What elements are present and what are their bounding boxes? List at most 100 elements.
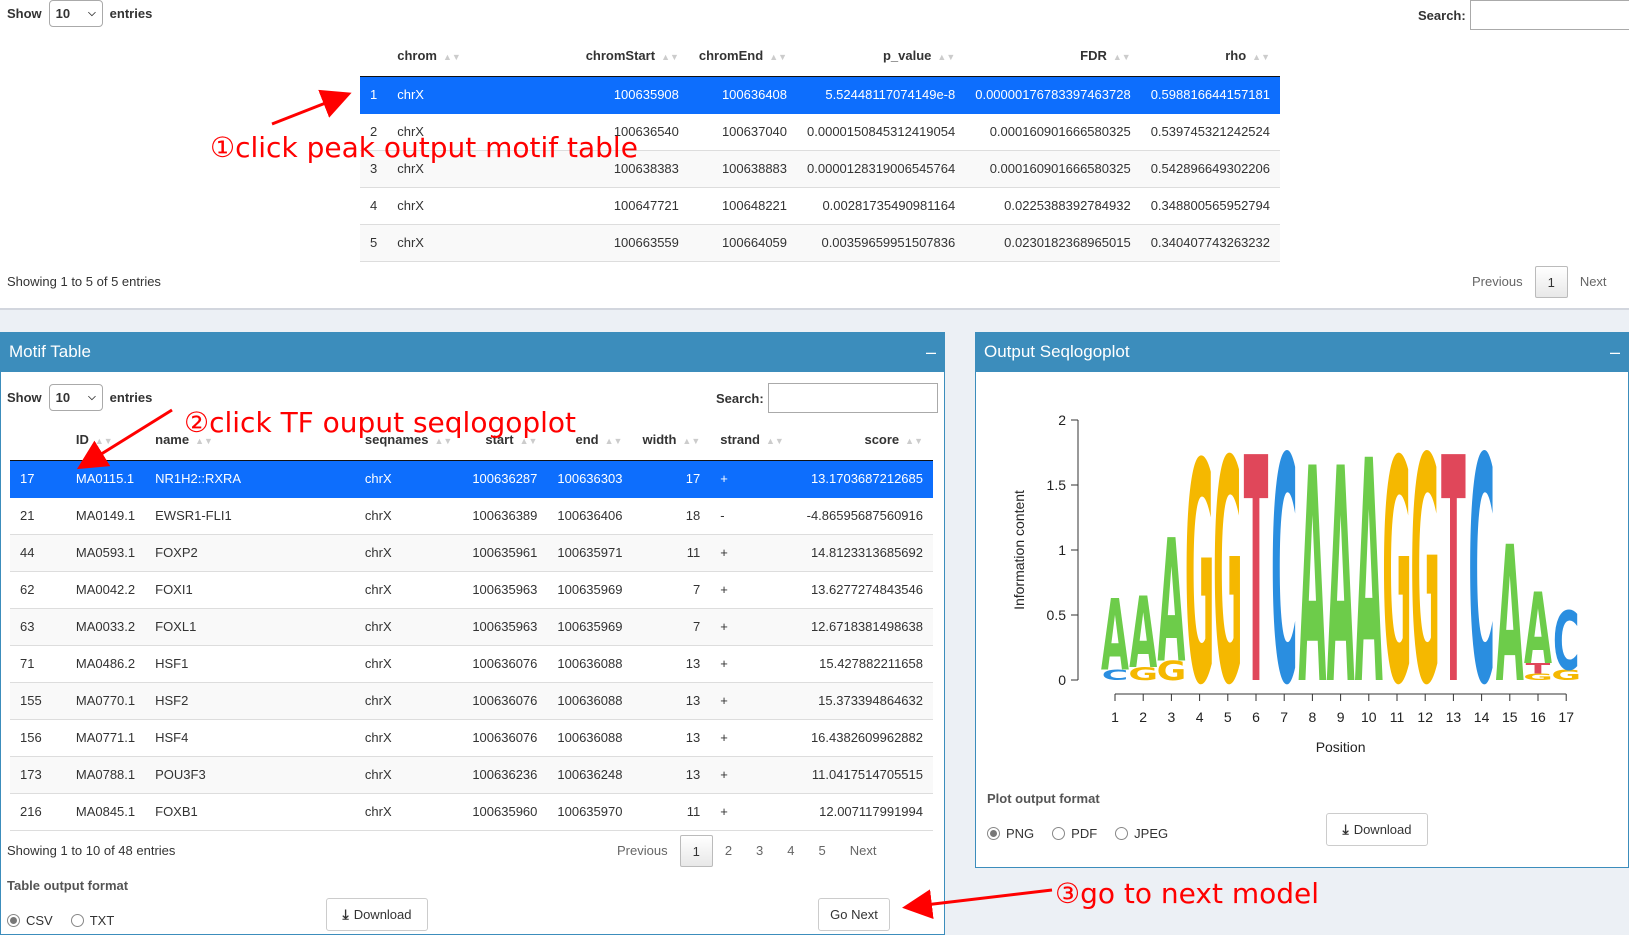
motif-cell: HSF4 [145,719,355,757]
motif-page-button[interactable]: 1 [679,835,713,867]
motif-cell: 15.427882211658 [793,645,933,683]
radio-circle-icon [1115,827,1129,840]
motif-row[interactable]: 156 MA0771.1 HSF4 chrX 100636076 100636088 13 +… [10,719,933,757]
motif-search-input[interactable] [767,383,938,413]
minus-icon[interactable]: – [926,342,936,363]
motif-cell: MA0033.2 [65,608,146,646]
logo-letter-G: G [1382,400,1412,753]
motif-cell: + [710,682,794,720]
motif-previous-button[interactable]: Previous [605,835,680,867]
motif-cell: FOXI1 [145,571,355,609]
y-tick-label: 1 [1058,542,1066,558]
plot-format-radio-png[interactable]: PNG [987,826,1034,841]
table-format-radio-csv[interactable]: CSV [7,913,53,928]
motif-cell: 13 [632,719,711,757]
motif-cell: 17 [632,460,711,498]
sort-icon: ▲▼ [661,52,679,63]
motif-cell: 7 [632,571,711,609]
motif-cell: chrX [354,497,463,535]
peak-cell: 0.0230182368965015 [965,224,1141,262]
peak-length-select[interactable]: 10 ⌵ [48,0,103,27]
download-icon: ⤓ [342,906,349,922]
peak-length-label-entries: entries [109,6,153,21]
motif-row[interactable]: 155 MA0770.1 HSF2 chrX 100636076 100636088 13 +… [10,682,933,720]
motif-cell: + [710,756,794,794]
peak-col-header[interactable]: chromStart ▲▼ [541,36,689,77]
motif-cell: + [710,608,794,646]
motif-cell: MA0788.1 [65,756,146,794]
peak-cell: 0.348800565952794 [1140,187,1280,225]
peak-cell: 1 [360,76,388,114]
motif-row[interactable]: 21 MA0149.1 EWSR1-FLI1 chrX 100636389 1006364… [10,497,933,535]
motif-page-button[interactable]: 5 [807,835,838,867]
peak-row[interactable]: 4 chrX 100647721 100648221 0.002817354909811… [360,187,1280,225]
motif-row[interactable]: 62 MA0042.2 FOXI1 chrX 100635963 100635969 7 +1… [10,571,933,609]
motif-table-info: Showing 1 to 10 of 48 entries [7,843,176,858]
peak-col-header[interactable]: chrom ▲▼ [387,36,542,77]
motif-pagination: Previous 1 2 3 4 5 Next [605,835,888,867]
motif-col-header[interactable]: width ▲▼ [632,420,711,461]
logo-letter-C: C [1553,595,1579,689]
go-next-button[interactable]: Go Next [818,898,890,931]
peak-length-value: 10 [55,6,71,21]
peak-search-input[interactable] [1469,0,1629,30]
logo-letter-A: A [1101,579,1129,693]
peak-search-label: Search: [1418,7,1466,23]
motif-cell: 7 [632,608,711,646]
x-tick-label: 17 [1558,709,1574,725]
motif-cell: 100636076 [462,719,548,757]
motif-length-select[interactable]: 10 ⌵ [48,384,103,411]
peak-col-header [360,36,388,77]
peak-row[interactable]: 5 chrX 100663559 100664059 0.003596599515078… [360,224,1280,262]
plot-format-radio-label: JPEG [1134,826,1169,841]
motif-search-label: Search: [716,390,764,406]
download-icon: ⤓ [1342,821,1349,837]
motif-cell: chrX [354,756,463,794]
motif-row[interactable]: 17 MA0115.1 NR1H2::RXRA chrX 100636287 100636… [10,460,933,498]
motif-next-button[interactable]: Next [838,835,889,867]
peak-page-button[interactable]: 1 [1534,266,1568,298]
motif-row[interactable]: 63 MA0033.2 FOXL1 chrX 100635963 100635969 7 +1… [10,608,933,646]
peak-cell: 0.542896649302206 [1140,150,1280,188]
x-tick-label: 1 [1111,709,1119,725]
motif-cell: 71 [10,645,66,683]
motif-row[interactable]: 44 MA0593.1 FOXP2 chrX 100635961 100635971 11 +… [10,534,933,572]
peak-table-info: Showing 1 to 5 of 5 entries [7,274,161,289]
peak-col-header[interactable]: FDR ▲▼ [965,36,1141,77]
peak-row[interactable]: 1 chrX 100635908 100636408 5.52448117074149e… [360,76,1280,114]
motif-col-label: width [642,432,677,448]
peak-next-button[interactable]: Next [1568,266,1619,298]
motif-page-button[interactable]: 2 [713,835,744,867]
table-download-button[interactable]: ⤓ Download [326,898,428,931]
motif-cell: chrX [354,571,463,609]
motif-cell: - [710,497,794,535]
logo-letter-C: C [1468,400,1495,754]
peak-search: Search: [1418,0,1629,30]
peak-previous-button[interactable]: Previous [1460,266,1535,298]
motif-col-header[interactable]: strand ▲▼ [710,420,794,461]
motif-row[interactable]: 71 MA0486.2 HSF1 chrX 100636076 100636088 13 +1… [10,645,933,683]
plot-format-radio-pdf[interactable]: PDF [1052,826,1097,841]
motif-row[interactable]: 216 MA0845.1 FOXB1 chrX 100635960 100635970 11… [10,793,933,831]
peak-col-header[interactable]: rho ▲▼ [1140,36,1280,77]
motif-cell: 44 [10,534,66,572]
plot-download-button[interactable]: ⤓ Download [1326,813,1428,846]
motif-cell: chrX [354,793,463,831]
motif-col-header[interactable]: score ▲▼ [793,420,933,461]
motif-cell: 12.007117991994 [793,793,933,831]
peak-cell: 100647721 [541,187,689,225]
peak-col-header[interactable]: p_value ▲▼ [797,36,966,77]
motif-cell: chrX [354,719,463,757]
plot-format-radio-label: PNG [1006,826,1035,841]
peak-col-header[interactable]: chromEnd ▲▼ [688,36,798,77]
motif-cell: 100636248 [547,756,633,794]
peak-cell: chrX [387,224,542,262]
minus-icon[interactable]: – [1610,342,1620,363]
peak-cell: 0.00359659951507836 [797,224,966,262]
motif-page-button[interactable]: 4 [775,835,806,867]
table-format-radio-txt[interactable]: TXT [70,913,114,928]
motif-col-header[interactable]: ID ▲▼ [65,420,146,461]
motif-page-button[interactable]: 3 [744,835,775,867]
plot-format-radio-jpeg[interactable]: JPEG [1115,826,1168,841]
motif-row[interactable]: 173 MA0788.1 POU3F3 chrX 100636236 100636248 1… [10,756,933,794]
